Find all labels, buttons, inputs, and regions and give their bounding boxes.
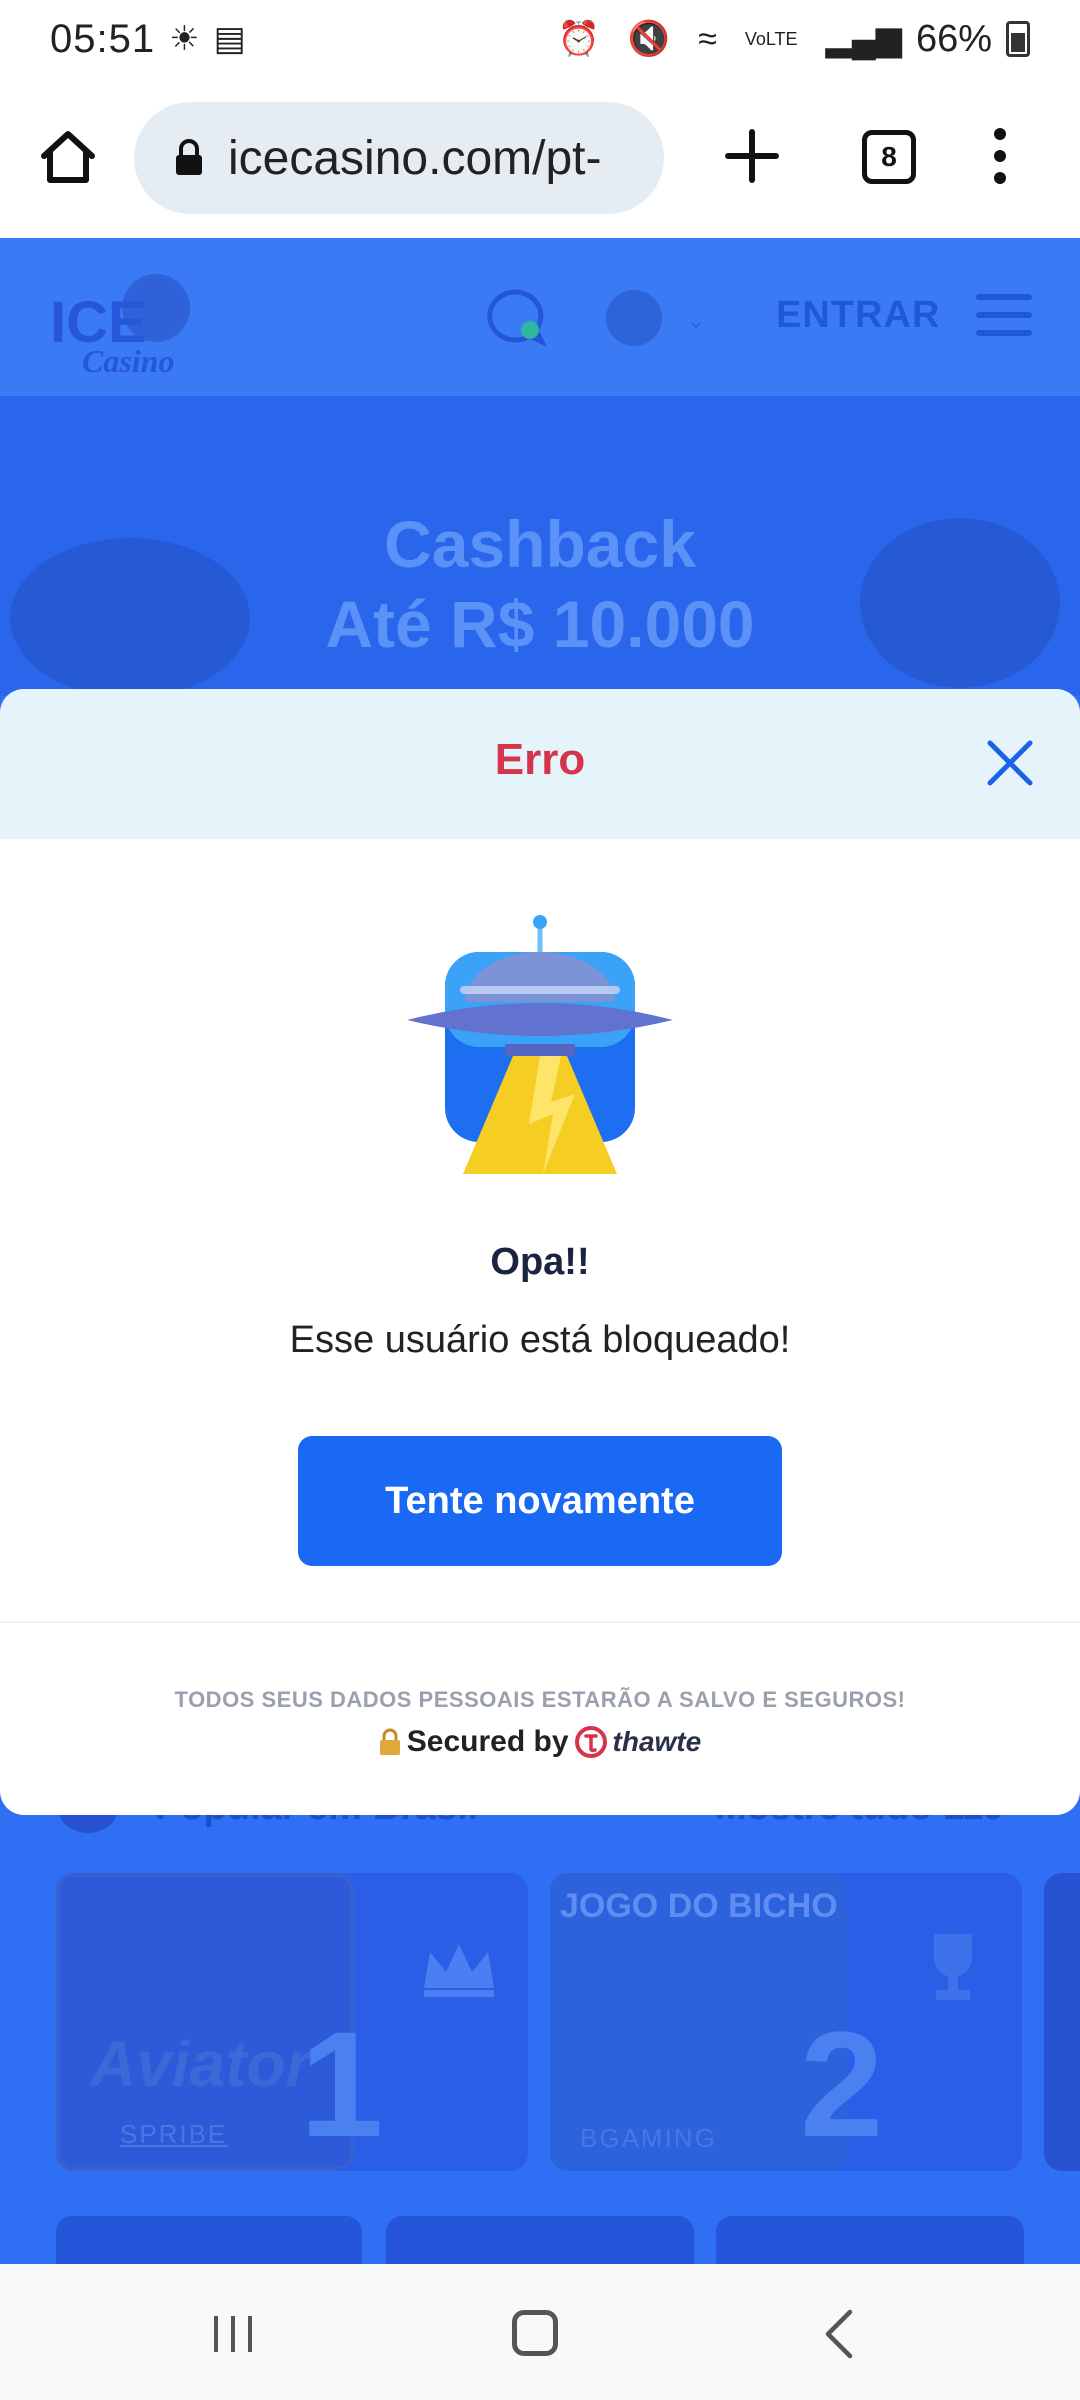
game-provider: BGAMING <box>580 2123 717 2153</box>
rank-number: 2 <box>800 2000 884 2168</box>
browser-toolbar: icecasino.com/pt- 8 <box>0 78 1080 238</box>
system-nav-bar <box>0 2264 1080 2400</box>
game-provider: SPRIBE <box>120 2119 228 2149</box>
hamburger-menu-icon[interactable] <box>976 294 1032 336</box>
tab-switcher-button[interactable]: 8 <box>862 130 916 184</box>
ice-casino-logo[interactable]: ICE Casino <box>46 260 206 380</box>
game-title: Aviator <box>90 2028 311 2100</box>
game-card[interactable] <box>716 2216 1024 2264</box>
trophy-icon <box>934 1934 972 2000</box>
dialog-heading: Opa!! <box>490 1241 590 1283</box>
recent-apps-icon[interactable] <box>210 2312 256 2356</box>
logo-text-sub: Casino <box>82 343 174 379</box>
wifi-icon: ≈ <box>698 19 717 58</box>
close-icon[interactable] <box>980 733 1040 793</box>
mute-icon: 🔇 <box>627 20 671 58</box>
home-icon[interactable] <box>38 126 98 186</box>
chevron-down-icon[interactable]: ⌄ <box>686 306 706 335</box>
url-text: icecasino.com/pt- <box>228 131 602 185</box>
home-button[interactable] <box>512 2310 558 2356</box>
rank-number: 1 <box>300 2000 384 2168</box>
address-bar[interactable]: icecasino.com/pt- <box>134 102 664 214</box>
status-bar: 05:51 ☀ ▤ ⏰ 🔇 ≈ VoLTE ▂▄▆ 66% <box>0 0 1080 78</box>
language-flag-icon[interactable] <box>606 290 662 346</box>
ufo-illustration <box>407 915 673 1174</box>
divider <box>0 1621 1080 1623</box>
signal-icon: ▂▄▆ <box>825 20 902 58</box>
game-card[interactable] <box>1044 1873 1080 2171</box>
game-card[interactable] <box>386 2216 694 2264</box>
game-title: JOGO DO BICHO <box>560 1887 838 1925</box>
status-time: 05:51 <box>50 16 156 61</box>
battery-icon <box>1006 21 1030 57</box>
secured-by-label: Secured by <box>406 1725 569 1758</box>
alarm-icon: ⏰ <box>557 20 600 58</box>
tab-count: 8 <box>881 141 897 172</box>
banner-decoration <box>10 538 250 698</box>
crown-icon <box>424 1944 494 1997</box>
site-header: ICE Casino ⌄ ENTRAR <box>0 238 1080 396</box>
battery-percent: 66% <box>915 17 992 60</box>
banner-decoration <box>860 518 1060 688</box>
voicemail-icon: ▤ <box>213 20 246 58</box>
brightness-icon: ☀ <box>169 20 200 58</box>
game-card[interactable] <box>56 2216 362 2264</box>
dialog-title: Erro <box>494 735 586 784</box>
padlock-icon <box>379 1728 400 1755</box>
error-dialog: Erro Opa!! Esse usuário está bloqueado! … <box>0 689 1080 1815</box>
thawte-brand: thawte <box>612 1726 702 1757</box>
lock-icon <box>176 139 202 175</box>
thawte-logo-icon <box>574 1726 607 1758</box>
chat-icon[interactable] <box>486 288 546 346</box>
back-icon[interactable] <box>820 2308 860 2360</box>
volte-icon: VoLTE <box>744 28 798 49</box>
dialog-message: Esse usuário está bloqueado! <box>289 1319 791 1361</box>
retry-button[interactable]: Tente novamente <box>298 1436 782 1566</box>
more-menu-icon[interactable] <box>985 124 1015 188</box>
secured-badge: Secured by thawte <box>0 1725 1080 1759</box>
security-note: TODOS SEUS DADOS PESSOAIS ESTARÃO A SALV… <box>174 1687 906 1712</box>
new-tab-icon[interactable] <box>720 124 784 188</box>
dialog-header: Erro <box>0 689 1080 839</box>
login-button[interactable]: ENTRAR <box>776 294 940 337</box>
